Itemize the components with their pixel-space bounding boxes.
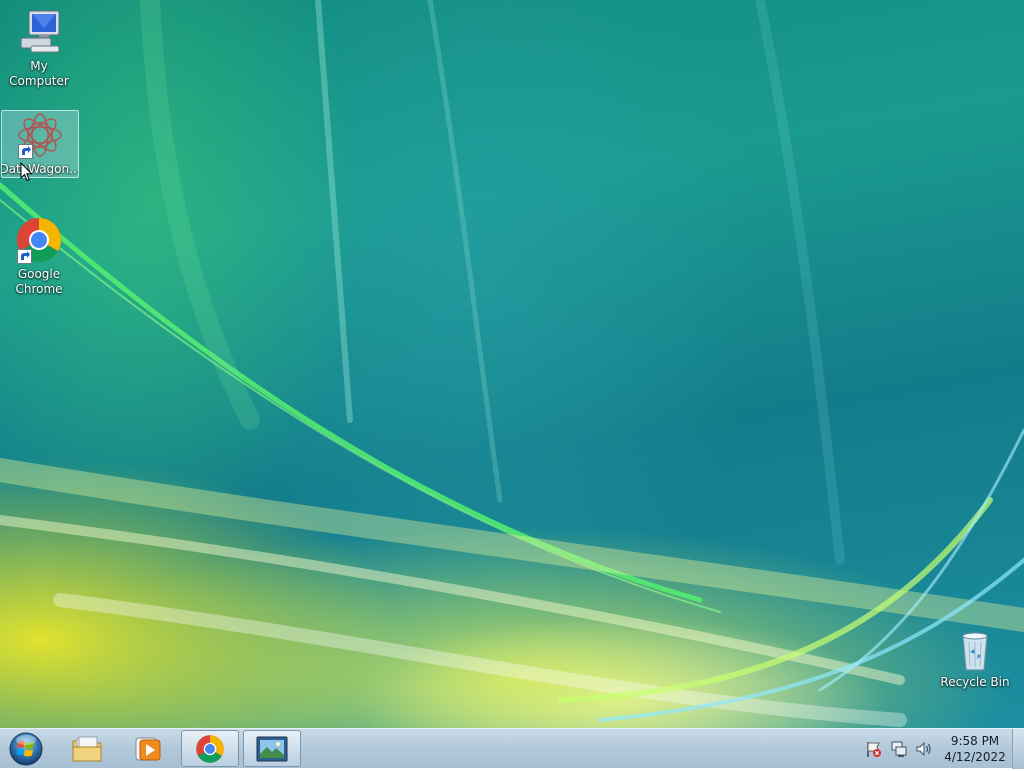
clock[interactable]: 9:58 PM 4/12/2022 — [940, 733, 1010, 765]
start-button[interactable] — [7, 731, 45, 767]
windows-orb-icon — [9, 732, 43, 766]
computer-icon — [15, 8, 63, 56]
desktop[interactable]: My Computer DataWagon... Google Chrome R… — [0, 0, 1024, 728]
wallpaper — [0, 0, 1024, 727]
recycle-bin-icon — [951, 630, 999, 672]
desktop-icon-my-computer[interactable]: My Computer — [1, 8, 77, 89]
mouse-cursor-icon — [20, 162, 33, 182]
taskbar-explorer-button[interactable] — [58, 730, 116, 767]
desktop-icon-datawagon[interactable]: DataWagon... — [1, 110, 79, 178]
taskbar-media-player-button[interactable] — [118, 730, 176, 767]
desktop-icon-label: Recycle Bin — [940, 675, 1010, 689]
taskbar: 9:58 PM 4/12/2022 — [0, 728, 1024, 769]
shortcut-arrow-icon — [17, 249, 32, 264]
chrome-icon — [196, 734, 224, 763]
system-tray: 9:58 PM 4/12/2022 — [865, 729, 1010, 769]
network-icon[interactable] — [890, 740, 908, 758]
desktop-icon-label: DataWagon... — [1, 162, 79, 176]
show-desktop-button[interactable] — [1012, 729, 1024, 769]
datawagon-icon — [16, 111, 64, 159]
desktop-icon-recycle-bin[interactable]: Recycle Bin — [937, 630, 1013, 690]
shortcut-arrow-icon — [18, 144, 33, 159]
clock-time: 9:58 PM — [950, 734, 1000, 748]
media-player-icon — [135, 737, 161, 760]
desktop-icon-google-chrome[interactable]: Google Chrome — [1, 216, 77, 297]
taskbar-image-viewer-button[interactable] — [243, 730, 301, 767]
desktop-icon-label: Google Chrome — [15, 267, 63, 296]
taskbar-chrome-button[interactable] — [181, 730, 239, 767]
folder-icon — [72, 736, 102, 761]
desktop-icon-label: My Computer — [9, 59, 69, 88]
volume-icon[interactable] — [915, 740, 933, 758]
chrome-icon — [15, 216, 63, 264]
image-viewer-icon — [256, 736, 288, 761]
clock-date: 4/12/2022 — [944, 750, 1006, 764]
action-center-flag-icon[interactable] — [865, 740, 883, 758]
